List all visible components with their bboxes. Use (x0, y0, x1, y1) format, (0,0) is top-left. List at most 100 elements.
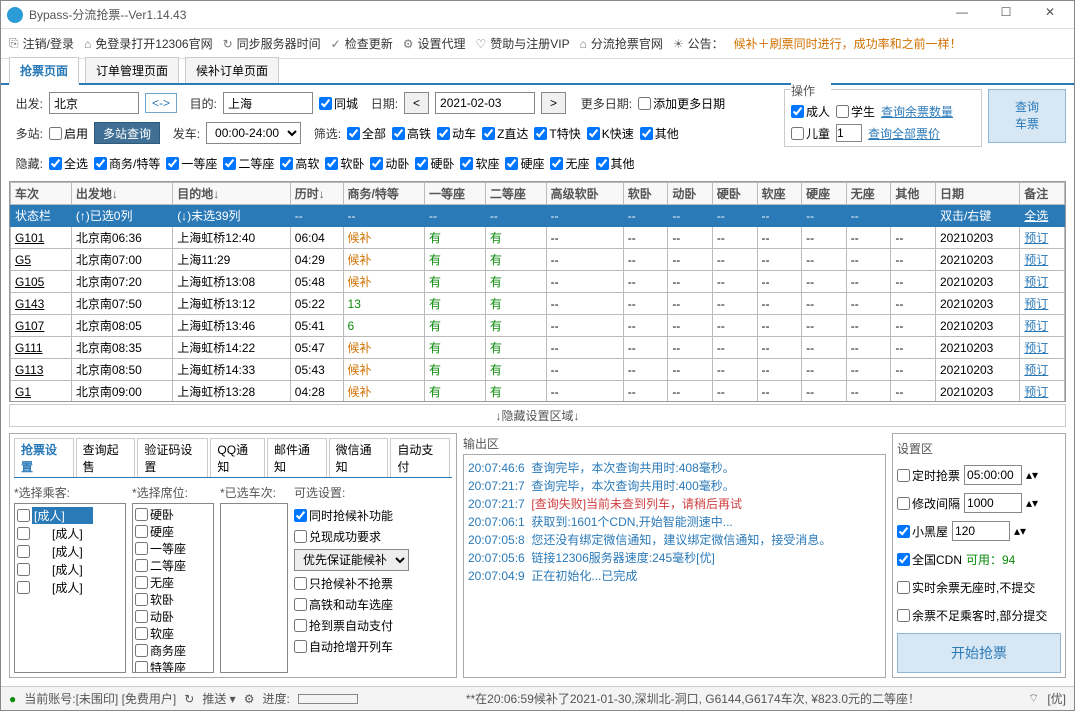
opt-extra[interactable]: 自动抢增开列车 (294, 638, 409, 655)
settings-tab[interactable]: 验证码设置 (137, 438, 208, 477)
check-update-button[interactable]: ✓检查更新 (331, 35, 393, 52)
opt-houbu[interactable]: 同时抢候补功能 (294, 507, 409, 524)
table-row[interactable]: G5北京南07:00上海11:2904:29候补有有--------------… (11, 249, 1065, 271)
seat-item[interactable]: 二等座 (135, 557, 211, 574)
table-row[interactable]: G101北京南06:36上海虹桥12:4006:04候补有有----------… (11, 227, 1065, 249)
filter-t[interactable]: T特快 (534, 125, 580, 142)
passenger-item[interactable]: [成人] (17, 542, 123, 560)
col-header[interactable]: 车次 (11, 183, 72, 205)
from-input[interactable] (49, 92, 139, 114)
logout-button[interactable]: ⎘注销/登录 (9, 35, 74, 52)
col-header[interactable]: 硬座 (802, 183, 847, 205)
to-input[interactable] (223, 92, 313, 114)
seat-list[interactable]: 硬卧 硬座 一等座 二等座 无座 软卧 动卧 软座 商务座 特等座 (132, 503, 214, 673)
col-header[interactable]: 日期 (935, 183, 1019, 205)
hide-all[interactable]: 全选 (49, 155, 88, 172)
priority-select[interactable]: 优先保证能候补 (294, 549, 409, 571)
cfg-interval-input[interactable] (964, 493, 1022, 513)
table-row[interactable]: G111北京南08:35上海虹桥14:2205:47候补有有----------… (11, 337, 1065, 359)
enable-multi-checkbox[interactable]: 启用 (49, 125, 88, 142)
minimize-button[interactable]: — (944, 5, 980, 25)
query-ticket-button[interactable]: 查询 车票 (988, 89, 1066, 143)
child-count-input[interactable] (836, 124, 862, 142)
push-dropdown[interactable]: 推送 ▾ (202, 690, 235, 707)
cfg-partial[interactable]: 余票不足乘客时,部分提交 (897, 607, 1047, 624)
col-header[interactable]: 出发地↓ (71, 183, 172, 205)
col-header[interactable]: 无座 (846, 183, 891, 205)
seat-item[interactable]: 一等座 (135, 540, 211, 557)
cfg-timed[interactable]: 定时抢票 (897, 467, 960, 484)
col-header[interactable]: 目的地↓ (173, 183, 291, 205)
seat-item[interactable]: 动卧 (135, 608, 211, 625)
adddates-checkbox[interactable]: 添加更多日期 (638, 95, 725, 112)
cfg-interval[interactable]: 修改间隔 (897, 495, 960, 512)
hide-sw[interactable]: 商务/特等 (94, 155, 160, 172)
opt-autopay[interactable]: 抢到票自动支付 (294, 617, 409, 634)
filter-z[interactable]: Z直达 (482, 125, 528, 142)
col-header[interactable]: 一等座 (425, 183, 486, 205)
opt-only-houbu[interactable]: 只抢候补不抢票 (294, 575, 409, 592)
hide-gr[interactable]: 高软 (280, 155, 319, 172)
seat-item[interactable]: 软卧 (135, 591, 211, 608)
col-header[interactable]: 二等座 (485, 183, 546, 205)
cfg-blackroom[interactable]: 小黑屋 (897, 523, 948, 540)
passenger-list[interactable]: [成人][成人][成人][成人][成人] (14, 503, 126, 673)
sync-time-button[interactable]: ↻同步服务器时间 (223, 35, 321, 52)
student-checkbox[interactable]: 学生 (836, 103, 875, 120)
table-row[interactable]: G113北京南08:50上海虹桥14:3305:43候补有有----------… (11, 359, 1065, 381)
hide-zone-toggle[interactable]: ↓隐藏设置区域↓ (9, 404, 1066, 427)
child-checkbox[interactable]: 儿童 (791, 125, 830, 142)
tab-orders[interactable]: 订单管理页面 (85, 57, 179, 83)
table-row[interactable]: G107北京南08:05上海虹桥13:4605:416有有-----------… (11, 315, 1065, 337)
cfg-nosubmit[interactable]: 实时余票无座时,不提交 (897, 579, 1035, 596)
col-header[interactable]: 高级软卧 (546, 183, 623, 205)
col-header[interactable]: 其他 (891, 183, 936, 205)
opt-seat-select[interactable]: 高铁和动车选座 (294, 596, 409, 613)
hide-dw[interactable]: 动卧 (370, 155, 409, 172)
cfg-blackroom-input[interactable] (952, 521, 1010, 541)
tab-grab[interactable]: 抢票页面 (9, 57, 79, 85)
seat-item[interactable]: 硬座 (135, 523, 211, 540)
vip-button[interactable]: ♡赞助与注册VIP (476, 35, 570, 52)
date-next-button[interactable]: > (541, 92, 566, 114)
hide-yz[interactable]: 硬座 (505, 155, 544, 172)
passenger-item[interactable]: [成人] (17, 506, 123, 524)
settings-tab[interactable]: QQ通知 (210, 438, 265, 477)
proxy-button[interactable]: ⚙设置代理 (403, 35, 466, 52)
official-site-button[interactable]: ⌂分流抢票官网 (580, 35, 663, 52)
filter-all[interactable]: 全部 (347, 125, 386, 142)
settings-icon[interactable]: ⚙ (244, 692, 255, 706)
date-input[interactable] (435, 92, 535, 114)
col-header[interactable]: 商务/特等 (343, 183, 425, 205)
opt-redeem[interactable]: 兑现成功要求 (294, 528, 409, 545)
query-remain-link[interactable]: 查询余票数量 (881, 103, 953, 120)
filter-k[interactable]: K快速 (587, 125, 634, 142)
adult-checkbox[interactable]: 成人 (791, 103, 830, 120)
log-output[interactable]: 20:07:46:6 查询完毕，本次查询共用时:408毫秒。20:07:21:7… (463, 454, 886, 678)
spin-icon[interactable]: ▴▾ (1026, 496, 1038, 510)
spin-icon[interactable]: ▴▾ (1014, 524, 1026, 538)
refresh-icon[interactable]: ↻ (184, 692, 194, 706)
filter-other[interactable]: 其他 (640, 125, 679, 142)
filter-d[interactable]: 动车 (437, 125, 476, 142)
status-row[interactable]: 状态栏(↑)已选0列(↓)未选39列----------------------… (11, 205, 1065, 227)
col-header[interactable]: 备注 (1020, 183, 1065, 205)
table-row[interactable]: G105北京南07:20上海虹桥13:0805:48候补有有----------… (11, 271, 1065, 293)
hide-wz[interactable]: 无座 (550, 155, 589, 172)
seat-item[interactable]: 商务座 (135, 642, 211, 659)
settings-tab[interactable]: 邮件通知 (267, 438, 327, 477)
seat-item[interactable]: 硬卧 (135, 506, 211, 523)
query-price-link[interactable]: 查询全部票价 (868, 125, 940, 142)
train-table[interactable]: 车次出发地↓目的地↓历时↓商务/特等一等座二等座高级软卧软卧动卧硬卧软座硬座无座… (9, 181, 1066, 402)
swap-button[interactable]: <-> (145, 93, 177, 113)
cfg-cdn[interactable]: 全国CDN (897, 551, 962, 568)
hide-yw[interactable]: 硬卧 (415, 155, 454, 172)
car-list[interactable] (220, 503, 288, 673)
hide-2[interactable]: 二等座 (223, 155, 274, 172)
col-header[interactable]: 软卧 (623, 183, 668, 205)
samecity-checkbox[interactable]: 同城 (319, 95, 358, 112)
spin-icon[interactable]: ▴▾ (1026, 468, 1038, 482)
maximize-button[interactable]: ☐ (988, 5, 1024, 25)
seat-item[interactable]: 无座 (135, 574, 211, 591)
open-12306-button[interactable]: ⌂免登录打开12306官网 (84, 35, 213, 52)
